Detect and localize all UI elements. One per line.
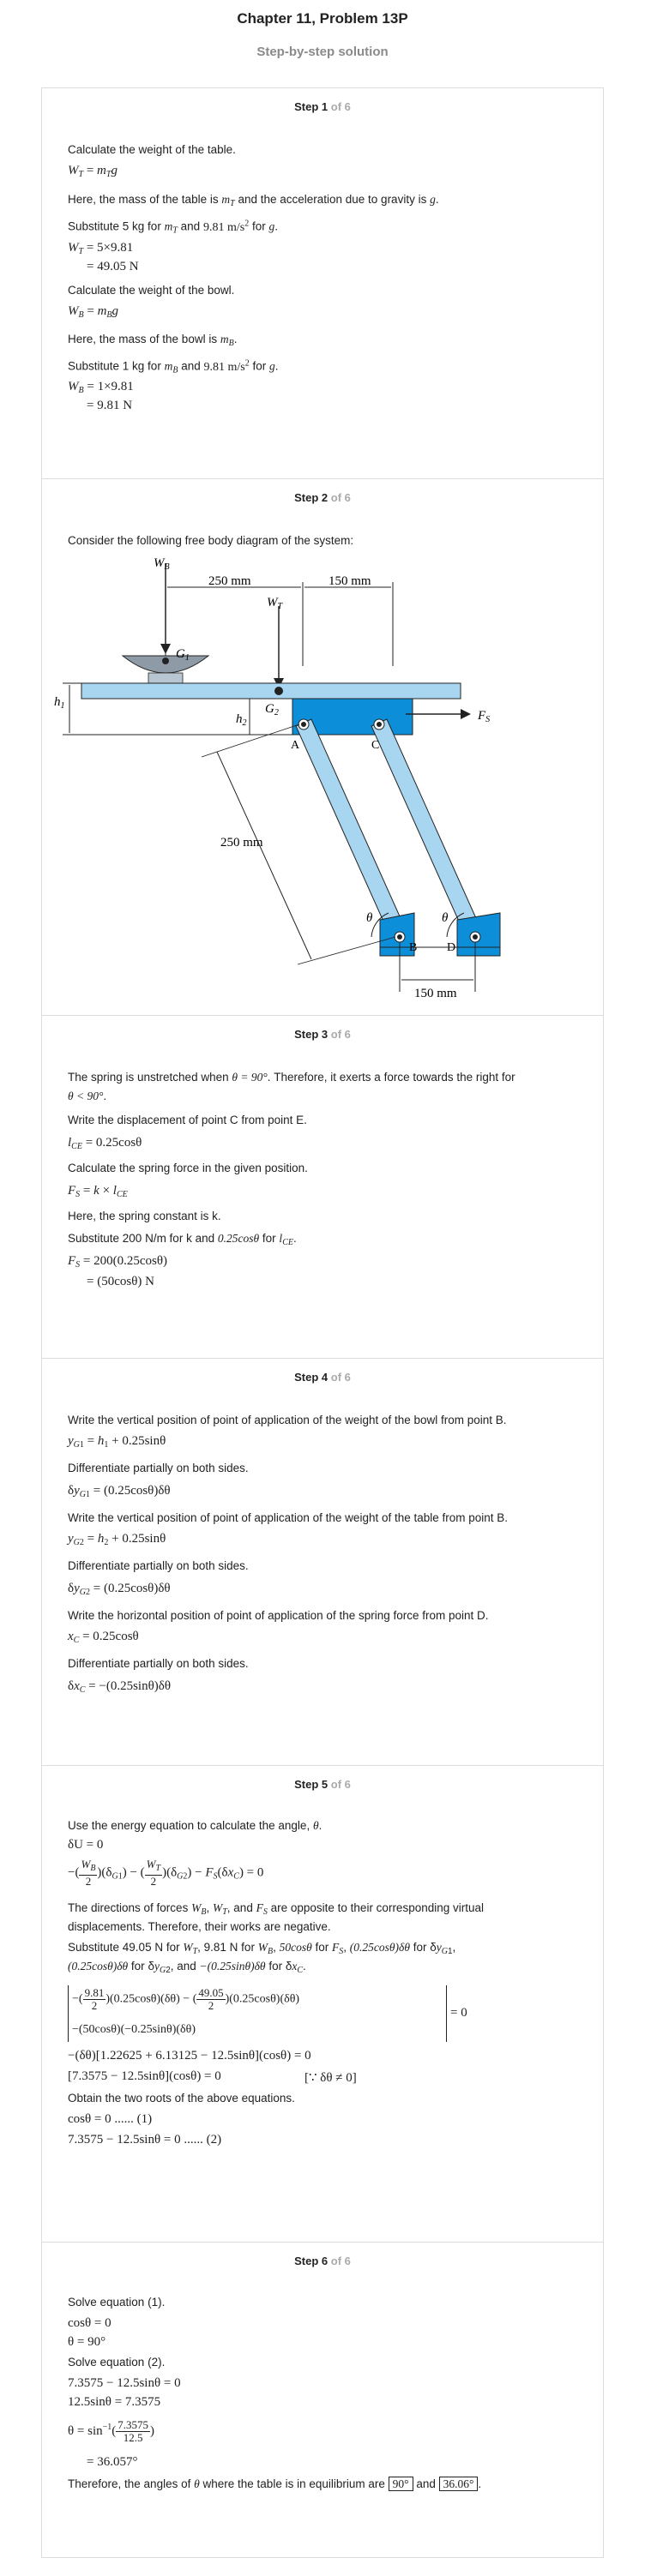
label-c: C: [371, 739, 379, 752]
step-3-text: Substitute 200 N/m for k and 0.25cosθ fo…: [68, 1232, 297, 1247]
step-4-eq: yG2 = h2 + 0.25sinθ: [68, 1532, 166, 1547]
step-5-eq: −(δθ)[1.22625 + 6.13125 − 12.5sinθ](cosθ…: [68, 2049, 311, 2063]
step-6-eq: cosθ = 0: [68, 2316, 112, 2330]
step-1-text: Substitute 5 kg for mT and 9.81 m/s2 for…: [68, 219, 278, 236]
step-4-eq: xC = 0.25cosθ: [68, 1630, 139, 1645]
step-6-eq: = 36.057°: [87, 2455, 138, 2469]
step-4-text: Write the vertical position of point of …: [68, 1511, 509, 1524]
step-4-text: Differentiate partially on both sides.: [68, 1462, 249, 1474]
step-1-heading: Step 1 of 6: [294, 100, 351, 113]
step-1-eq: WT = mTg: [68, 164, 118, 179]
step-4-text: Differentiate partially on both sides.: [68, 1559, 249, 1572]
step-5-text: Substitute 49.05 N for WT, 9.81 N for WB…: [68, 1941, 456, 1956]
step-1-text: Here, the mass of the bowl is mB.: [68, 333, 238, 348]
step-1-text: Calculate the weight of the bowl.: [68, 284, 235, 297]
step-5-heading: Step 5 of 6: [294, 1778, 351, 1791]
step-5-eq: 7.3575 − 12.5sinθ = 0 ...... (2): [68, 2133, 222, 2147]
free-body-diagram: 250 mm 150 mm WB G1 WT G2 h1 h2 FS A C B…: [54, 556, 501, 1000]
step-5-eq: −(WB 2)(δG1) − (WT 2)(δG2) − FS(δxC) = 0: [68, 1858, 264, 1888]
step-3-text: Write the displacement of point C from p…: [68, 1114, 307, 1126]
step-5-text: Use the energy equation to calculate the…: [68, 1819, 322, 1832]
step-5-eq: = 0: [450, 2006, 467, 2020]
step-3-text: Here, the spring constant is k.: [68, 1210, 221, 1222]
step-3: Step 3 of 6 The spring is unstretched wh…: [42, 1015, 603, 1359]
label-g1: G1: [176, 647, 190, 663]
table-top: [81, 682, 461, 700]
step-5-eq: cosθ = 0 ...... (1): [68, 2112, 153, 2126]
step-1-eq: WB = 1×9.81: [68, 380, 134, 395]
step-2-text: Consider the following free body diagram…: [68, 534, 354, 547]
step-2: Step 2 of 6 Consider the following free …: [42, 478, 603, 1016]
step-6-conclusion: Therefore, the angles of θ where the tab…: [68, 2477, 482, 2491]
step-3-eq: FS = k × lCE: [68, 1184, 128, 1199]
step-4-text: Differentiate partially on both sides.: [68, 1657, 249, 1670]
step-3-text: The spring is unstretched when θ = 90°. …: [68, 1071, 515, 1084]
dim-bottom-150: 150 mm: [414, 987, 457, 1000]
step-6-eq: 12.5sinθ = 7.3575: [68, 2395, 161, 2409]
step-1-text: Here, the mass of the table is mT and th…: [68, 193, 439, 208]
label-wb: WB: [154, 556, 170, 572]
label-a: A: [291, 739, 300, 752]
solution-card: Step 1 of 6 Calculate the weight of the …: [41, 87, 604, 2558]
step-4-text: Write the horizontal position of point o…: [68, 1609, 489, 1622]
step-1-text: Calculate the weight of the table.: [68, 143, 236, 156]
step-5: Step 5 of 6 Use the energy equation to c…: [42, 1765, 603, 2243]
label-theta: θ: [442, 911, 449, 925]
step-6-eq: θ = 90°: [68, 2335, 106, 2349]
label-h1: h1: [54, 695, 65, 711]
step-6-eq: 7.3575 − 12.5sinθ = 0: [68, 2376, 181, 2390]
label-wt: WT: [267, 596, 284, 611]
step-4-eq: δyG1 = (0.25cosθ)δθ: [68, 1484, 171, 1499]
step-5-text: (0.25cosθ)δθ for δyG2, and −(0.25sinθ)δθ…: [68, 1960, 306, 1975]
step-3-text: Calculate the spring force in the given …: [68, 1162, 308, 1174]
label-fs: FS: [477, 709, 490, 724]
step-6-text: Solve equation (1).: [68, 2296, 166, 2309]
label-theta: θ: [366, 911, 373, 925]
step-4-eq: yG1 = h1 + 0.25sinθ: [68, 1434, 166, 1450]
answer-box-2: 36.06°: [438, 2477, 479, 2491]
step-1-text: Substitute 1 kg for mB and 9.81 m/s2 for…: [68, 358, 279, 375]
page-title: Chapter 11, Problem 13P: [237, 10, 408, 27]
step-1-eq: WB = mBg: [68, 304, 119, 320]
step-5-eq: [7.3575 − 12.5sinθ](cosθ) = 0: [68, 2069, 221, 2083]
step-5-text: The directions of forces WB, WT, and FS …: [68, 1901, 485, 1917]
dim-top-250: 250 mm: [208, 574, 251, 588]
step-4-eq: δxC = −(0.25sinθ)δθ: [68, 1679, 172, 1695]
step-6-text: Solve equation (2).: [68, 2356, 166, 2369]
step-5-text: Obtain the two roots of the above equati…: [68, 2092, 295, 2105]
step-3-text: θ < 90°.: [68, 1090, 107, 1102]
dim-diagonal-250: 250 mm: [220, 836, 263, 850]
step-1-eq: = 49.05 N: [87, 260, 139, 273]
step-6-heading: Step 6 of 6: [294, 2255, 351, 2267]
step-6-eq: θ = sin−1(7.3575 12.5): [68, 2418, 155, 2444]
step-2-heading: Step 2 of 6: [294, 491, 351, 504]
step-5-eq: [∵ δθ ≠ 0]: [304, 2071, 357, 2085]
dim-top-150: 150 mm: [329, 574, 371, 588]
step-4-eq: δyG2 = (0.25cosθ)δθ: [68, 1582, 171, 1597]
step-6: Step 6 of 6 Solve equation (1). cosθ = 0…: [42, 2242, 603, 2558]
step-1-eq: = 9.81 N: [87, 399, 133, 412]
step-4-text: Write the vertical position of point of …: [68, 1414, 507, 1426]
g1-point: [162, 658, 169, 664]
step-5-eq: δU = 0: [68, 1838, 104, 1852]
label-g2: G2: [265, 702, 279, 718]
answer-box-1: 90°: [388, 2477, 413, 2491]
step-3-eq: FS = 200(0.25cosθ): [68, 1254, 168, 1270]
page-subtitle: Step-by-step solution: [256, 45, 389, 59]
step-3-eq: = (50cosθ) N: [87, 1275, 154, 1288]
step-4-heading: Step 4 of 6: [294, 1371, 351, 1384]
step-4: Step 4 of 6 Write the vertical position …: [42, 1358, 603, 1766]
label-h2: h2: [236, 712, 247, 728]
step-1: Step 1 of 6 Calculate the weight of the …: [42, 88, 603, 478]
g2-point: [274, 687, 283, 695]
step-3-eq: lCE = 0.25cosθ: [68, 1136, 142, 1151]
step-5-matrix: −(9.81 2)(0.25cosθ)(δθ) − (49.05 2)(0.25co…: [68, 1985, 447, 2042]
step-5-text: displacements. Therefore, their works ar…: [68, 1920, 331, 1933]
step-1-eq: WT = 5×9.81: [68, 241, 134, 256]
step-3-heading: Step 3 of 6: [294, 1028, 351, 1041]
